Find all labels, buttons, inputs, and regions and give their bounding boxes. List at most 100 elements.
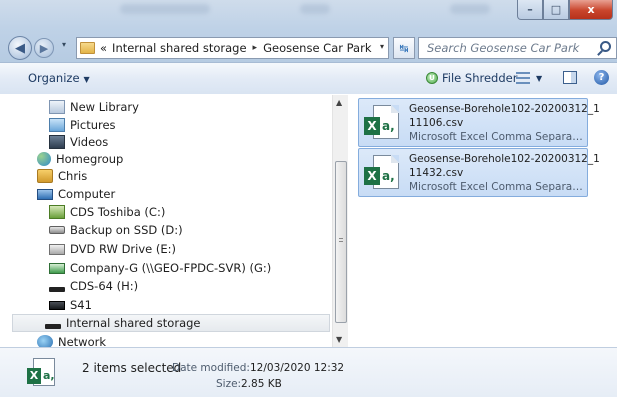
sidebar-item-label: Internal shared storage bbox=[66, 316, 201, 330]
sidebar-item-label: Videos bbox=[70, 135, 109, 149]
sidebar-item-label: Company-G (\\GEO-FPDC-SVR) (G:) bbox=[70, 261, 272, 275]
title-bar: – □ x ◀ ▶ ▾ « Internal shared storage ▸ … bbox=[0, 0, 617, 62]
file-name: Geosense-Borehole102-20200312_1 bbox=[409, 103, 600, 115]
change-view-icon[interactable] bbox=[516, 72, 530, 84]
sidebar-item-homegroup[interactable]: Homegroup bbox=[37, 150, 123, 168]
sidebar-item-company-g[interactable]: Company-G (\\GEO-FPDC-SVR) (G:) bbox=[49, 259, 271, 277]
search-icon[interactable] bbox=[600, 41, 611, 52]
drive-icon bbox=[49, 226, 65, 234]
sidebar-item-cds-64[interactable]: CDS-64 (H:) bbox=[49, 277, 138, 295]
blurred-title-mid bbox=[300, 4, 330, 14]
scroll-down-icon[interactable]: ▼ bbox=[336, 335, 342, 344]
sidebar-item-label: Network bbox=[58, 335, 107, 347]
search-placeholder: Search Geosense Car Park bbox=[427, 41, 580, 55]
file-item[interactable]: X a, Geosense-Borehole102-20200312_1 111… bbox=[358, 98, 600, 147]
sidebar-item-chris[interactable]: Chris bbox=[37, 167, 87, 185]
sidebar-item-label: New Library bbox=[70, 100, 139, 114]
sidebar-item-label: Computer bbox=[58, 187, 116, 201]
breadcrumb-separator-icon[interactable]: ▸ bbox=[253, 43, 258, 53]
storage-icon bbox=[45, 323, 61, 329]
command-bar: Organize ▼ U File Shredder ▼ ? bbox=[0, 62, 617, 94]
sidebar-item-backup-ssd[interactable]: Backup on SSD (D:) bbox=[49, 221, 183, 239]
date-modified-value: 12/03/2020 12:32 bbox=[250, 362, 345, 374]
pictures-icon bbox=[49, 118, 65, 132]
sidebar-item-label: CDS-64 (H:) bbox=[70, 279, 139, 293]
close-button[interactable]: x bbox=[569, 0, 613, 20]
homegroup-icon bbox=[37, 152, 51, 166]
scroll-grip-icon bbox=[339, 238, 343, 242]
network-drive-icon bbox=[49, 262, 65, 274]
file-name: Geosense-Borehole102-20200312_1 bbox=[409, 153, 600, 165]
breadcrumb-overflow[interactable]: « bbox=[100, 41, 107, 55]
selection-count: 2 items selected bbox=[82, 361, 182, 375]
address-bar[interactable]: « Internal shared storage ▸ Geosense Car… bbox=[76, 37, 389, 59]
blurred-title-left bbox=[120, 4, 210, 14]
videos-icon bbox=[49, 135, 65, 149]
sidebar-item-internal-shared-storage[interactable]: Internal shared storage bbox=[12, 314, 330, 332]
sidebar-item-videos[interactable]: Videos bbox=[49, 133, 108, 151]
file-name-cont: 11106.csv bbox=[409, 117, 464, 129]
minimize-button[interactable]: – bbox=[517, 0, 543, 20]
search-input[interactable]: Search Geosense Car Park bbox=[418, 37, 617, 59]
refresh-button[interactable]: ↹ bbox=[393, 37, 415, 59]
details-pane: X a, 2 items selected Date modified: 12/… bbox=[0, 347, 617, 397]
navigation-scrollbar[interactable]: ▲ ▼ bbox=[332, 95, 348, 347]
sidebar-item-label: Backup on SSD (D:) bbox=[70, 223, 183, 237]
folder-icon bbox=[80, 42, 95, 54]
file-shredder-button[interactable]: U File Shredder bbox=[426, 71, 517, 85]
size-value: 2.85 KB bbox=[241, 378, 282, 390]
back-button[interactable]: ◀ bbox=[8, 36, 32, 60]
preview-pane-icon[interactable] bbox=[563, 71, 577, 84]
view-options-caret[interactable]: ▼ bbox=[536, 74, 542, 83]
sidebar-item-new-library[interactable]: New Library bbox=[49, 98, 139, 116]
system-drive-icon bbox=[49, 205, 65, 219]
user-folder-icon bbox=[37, 169, 53, 183]
sidebar-item-computer[interactable]: Computer bbox=[37, 185, 115, 203]
forward-button[interactable]: ▶ bbox=[34, 38, 54, 58]
file-name-cont: 11432.csv bbox=[409, 167, 464, 179]
dvd-drive-icon bbox=[49, 243, 65, 255]
sidebar-item-network[interactable]: Network bbox=[37, 333, 106, 347]
file-type: Microsoft Excel Comma Separate... bbox=[409, 181, 584, 193]
maximize-button[interactable]: □ bbox=[543, 0, 569, 20]
sidebar-item-pictures[interactable]: Pictures bbox=[49, 116, 116, 134]
blurred-title-right bbox=[450, 4, 490, 14]
refresh-icon: ↹ bbox=[399, 41, 409, 55]
organize-button[interactable]: Organize ▼ bbox=[28, 71, 90, 85]
recent-pages-dropdown[interactable]: ▾ bbox=[62, 40, 66, 49]
breadcrumb-geosense-car-park[interactable]: Geosense Car Park bbox=[263, 41, 371, 55]
library-icon bbox=[49, 100, 65, 114]
excel-csv-icon: X a, bbox=[364, 105, 402, 143]
file-shredder-label: File Shredder bbox=[442, 71, 518, 85]
date-modified-label: Date modified: bbox=[172, 362, 250, 374]
shredder-icon: U bbox=[426, 72, 438, 84]
scroll-up-icon[interactable]: ▲ bbox=[336, 98, 342, 107]
organize-label: Organize bbox=[28, 71, 80, 85]
size-label: Size: bbox=[216, 378, 242, 390]
network-icon bbox=[37, 335, 53, 347]
sidebar-item-label: Pictures bbox=[70, 118, 116, 132]
drive-icon bbox=[49, 286, 65, 292]
chevron-down-icon: ▼ bbox=[83, 75, 90, 84]
sidebar-item-label: Chris bbox=[58, 169, 88, 183]
phone-icon bbox=[49, 300, 65, 310]
excel-csv-icon: X a, bbox=[364, 155, 402, 193]
sidebar-item-s41[interactable]: S41 bbox=[49, 296, 92, 314]
address-dropdown-icon[interactable]: ▾ bbox=[380, 42, 384, 51]
sidebar-item-label: CDS Toshiba (C:) bbox=[70, 205, 166, 219]
sidebar-item-label: DVD RW Drive (E:) bbox=[70, 242, 177, 256]
file-list: X a, Geosense-Borehole102-20200312_1 111… bbox=[349, 95, 617, 347]
breadcrumb-internal-shared-storage[interactable]: Internal shared storage bbox=[112, 41, 247, 55]
file-type: Microsoft Excel Comma Separate... bbox=[409, 131, 584, 143]
scroll-thumb[interactable] bbox=[335, 161, 347, 323]
sidebar-item-label: S41 bbox=[70, 298, 92, 312]
window-controls: – □ x bbox=[517, 0, 613, 20]
navigation-pane: New Library Pictures Videos Homegroup Ch… bbox=[0, 95, 332, 347]
sidebar-item-dvd-drive[interactable]: DVD RW Drive (E:) bbox=[49, 240, 176, 258]
sidebar-item-cds-toshiba[interactable]: CDS Toshiba (C:) bbox=[49, 203, 165, 221]
help-icon[interactable]: ? bbox=[594, 70, 609, 85]
computer-icon bbox=[37, 188, 53, 200]
file-item[interactable]: X a, Geosense-Borehole102-20200312_1 114… bbox=[358, 148, 600, 197]
excel-csv-icon: X a, bbox=[27, 358, 57, 390]
sidebar-item-label: Homegroup bbox=[56, 152, 124, 166]
